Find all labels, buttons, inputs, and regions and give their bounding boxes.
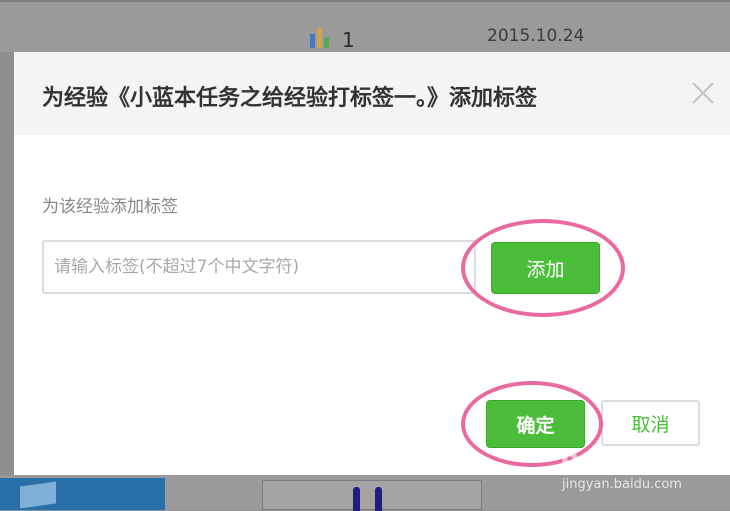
watermark-url: jingyan.baidu.com	[562, 477, 682, 492]
add-tag-dialog: 为经验《小蓝本任务之给经验打标签一。》添加标签 为该经验添加标签 添加 确定 取…	[14, 52, 730, 475]
pen-graphic	[375, 487, 382, 511]
publish-date: 2015.10.24	[487, 26, 585, 46]
bar-chart-icon	[310, 28, 329, 48]
flag-graphic	[20, 481, 56, 509]
tag-input[interactable]	[42, 240, 476, 294]
cancel-button[interactable]: 取消	[601, 400, 700, 446]
pen-graphic	[353, 487, 360, 511]
stat-count: 1	[342, 28, 355, 52]
close-icon[interactable]	[690, 80, 716, 106]
confirm-button[interactable]: 确定	[486, 400, 585, 448]
background-header: 1 2015.10.24	[0, 0, 730, 52]
background-divider	[0, 0, 730, 2]
add-tag-button[interactable]: 添加	[491, 242, 600, 294]
dialog-title: 为经验《小蓝本任务之给经验打标签一。》添加标签	[42, 86, 538, 111]
dialog-header: 为经验《小蓝本任务之给经验打标签一。》添加标签	[14, 52, 730, 135]
thumbnail-image	[262, 480, 482, 511]
section-label: 为该经验添加标签	[42, 197, 178, 217]
watermark-logo: Baidu经验	[560, 449, 703, 479]
thumbnail-image	[0, 478, 165, 510]
